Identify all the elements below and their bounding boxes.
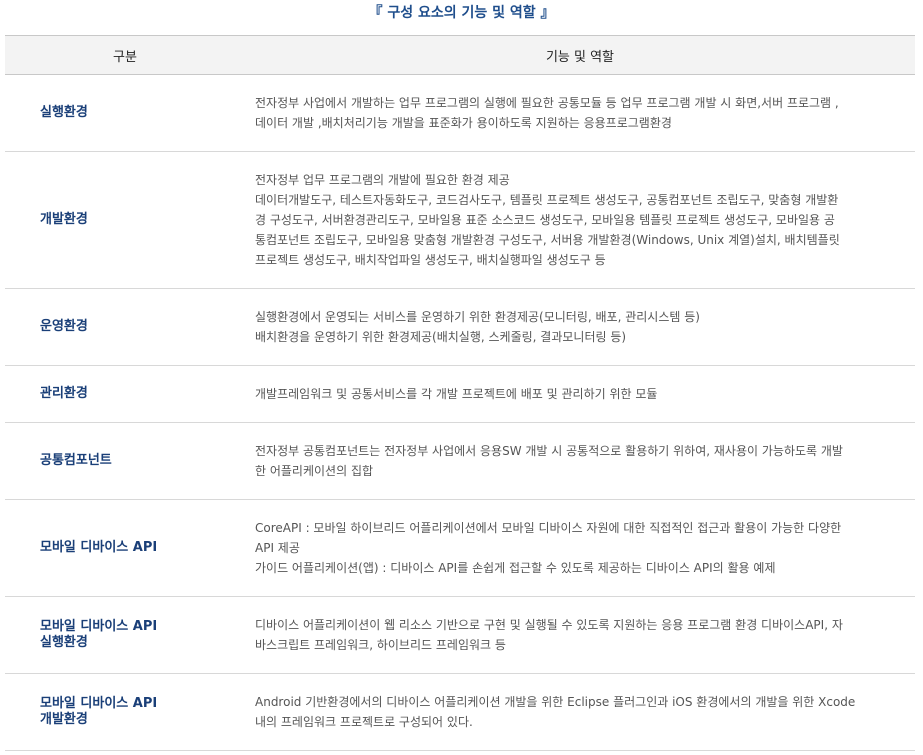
- row-category: 모바일 디바이스 API 개발환경: [5, 673, 245, 751]
- header-category: 구분: [5, 35, 245, 75]
- description-line: 데이터개발도구, 테스트자동화도구, 코드검사도구, 템플릿 프로젝트 생성도구…: [255, 193, 839, 207]
- description-line: 배치환경을 운영하기 위한 환경제공(배치실행, 스케줄링, 결과모니터링 등): [255, 330, 627, 344]
- description-line: 전자정부 사업에서 개발하는 업무 프로그램의 실행에 필요한 공통모듈 등 업…: [255, 96, 839, 110]
- row-category-line: 모바일 디바이스 API: [40, 619, 158, 634]
- table-header-row: 구분 기능 및 역할: [5, 35, 915, 75]
- row-category: 공통컴포넌트: [5, 422, 245, 500]
- description-line: Android 기반환경에서의 디바이스 어플리케이션 개발을 위한 Eclip…: [255, 695, 856, 709]
- description-line: 바스크립트 프레임워크, 하이브리드 프레임워크 등: [255, 638, 506, 652]
- row-category: 운영환경: [5, 288, 245, 366]
- table-row: 공통컴포넌트 전자정부 공통컴포넌트는 전자정부 사업에서 응용SW 개발 시 공…: [5, 422, 915, 500]
- row-category-line: 실행환경: [40, 635, 88, 650]
- component-role-table: 구분 기능 및 역할 실행환경 전자정부 사업에서 개발하는 업무 프로그램의 실…: [5, 35, 915, 751]
- table-row: 모바일 디바이스 API 실행환경 디바이스 어플리케이션이 웹 리소스 기반으로 …: [5, 596, 915, 674]
- row-description: Android 기반환경에서의 디바이스 어플리케이션 개발을 위한 Eclip…: [245, 673, 915, 751]
- row-category: 실행환경: [5, 74, 245, 152]
- table-body: 실행환경 전자정부 사업에서 개발하는 업무 프로그램의 실행에 필요한 공통모듈…: [5, 74, 915, 751]
- table-row: 모바일 디바이스 API 개발환경 Android 기반환경에서의 디바이스 어플리…: [5, 673, 915, 751]
- description-line: CoreAPI : 모바일 하이브리드 어플리케이션에서 모바일 디바이스 자원…: [255, 521, 842, 535]
- description-line: 경 구성도구, 서버환경관리도구, 모바일용 표준 소스코드 생성도구, 모바일…: [255, 213, 835, 227]
- description-line: API 제공: [255, 541, 300, 555]
- description-line: 실행환경에서 운영되는 서비스를 운영하기 위한 환경제공(모니터링, 배포, …: [255, 310, 700, 324]
- description-line: 가이드 어플리케이션(앱) : 디바이스 API를 손쉽게 접근할 수 있도록 …: [255, 561, 776, 575]
- description-line: 데이터 개발 ,배치처리기능 개발을 표준화가 용이하도록 지원하는 응용프로그…: [255, 116, 672, 130]
- row-description: 전자정부 업무 프로그램의 개발에 필요한 환경 제공데이터개발도구, 테스트자…: [245, 151, 915, 289]
- table-row: 개발환경 전자정부 업무 프로그램의 개발에 필요한 환경 제공 데이터개발도구, …: [5, 151, 915, 289]
- row-description: 디바이스 어플리케이션이 웹 리소스 기반으로 구현 및 실행될 수 있도록 지…: [245, 596, 915, 674]
- row-category: 개발환경: [5, 151, 245, 289]
- table-row: 모바일 디바이스 API CoreAPI : 모바일 하이브리드 어플리케이션에서…: [5, 499, 915, 597]
- row-description: 전자정부 사업에서 개발하는 업무 프로그램의 실행에 필요한 공통모듈 등 업…: [245, 74, 915, 152]
- row-description: CoreAPI : 모바일 하이브리드 어플리케이션에서 모바일 디바이스 자원…: [245, 499, 915, 597]
- description-line: 개발프레임워크 및 공통서비스를 각 개발 프로젝트에 배포 및 관리하기 위한…: [255, 387, 658, 401]
- header-role: 기능 및 역할: [245, 35, 915, 75]
- row-category: 관리환경: [5, 365, 245, 423]
- description-line: 전자정부 업무 프로그램의 개발에 필요한 환경 제공: [255, 173, 510, 187]
- row-description: 개발프레임워크 및 공통서비스를 각 개발 프로젝트에 배포 및 관리하기 위한…: [245, 365, 915, 423]
- row-category-line: 개발환경: [40, 712, 88, 727]
- table-row: 관리환경 개발프레임워크 및 공통서비스를 각 개발 프로젝트에 배포 및 관리하…: [5, 365, 915, 423]
- table-row: 운영환경 실행환경에서 운영되는 서비스를 운영하기 위한 환경제공(모니터링, …: [5, 288, 915, 366]
- description-line: 디바이스 어플리케이션이 웹 리소스 기반으로 구현 및 실행될 수 있도록 지…: [255, 618, 843, 632]
- description-line: 전자정부 공통컴포넌트는 전자정부 사업에서 응용SW 개발 시 공통적으로 활…: [255, 444, 843, 458]
- row-description: 전자정부 공통컴포넌트는 전자정부 사업에서 응용SW 개발 시 공통적으로 활…: [245, 422, 915, 500]
- description-line: 통컴포넌트 조립도구, 모바일용 맞춤형 개발환경 구성도구, 서버용 개발환경…: [255, 233, 840, 247]
- row-category: 모바일 디바이스 API 실행환경: [5, 596, 245, 674]
- row-category: 모바일 디바이스 API: [5, 499, 245, 597]
- row-category-line: 모바일 디바이스 API: [40, 696, 158, 711]
- description-line: 내의 프레임워크 프로젝트로 구성되어 있다.: [255, 715, 473, 729]
- description-line: 프로젝트 생성도구, 배치작업파일 생성도구, 배치실행파일 생성도구 등: [255, 253, 606, 267]
- row-description: 실행환경에서 운영되는 서비스를 운영하기 위한 환경제공(모니터링, 배포, …: [245, 288, 915, 366]
- page-title: 『 구성 요소의 기능 및 역할 』: [368, 5, 555, 21]
- table-row: 실행환경 전자정부 사업에서 개발하는 업무 프로그램의 실행에 필요한 공통모듈…: [5, 74, 915, 152]
- description-line: 한 어플리케이션의 집합: [255, 464, 374, 478]
